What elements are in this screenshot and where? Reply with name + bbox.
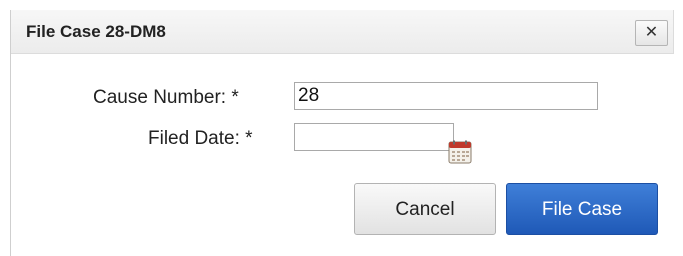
close-icon: ✕ xyxy=(644,24,659,41)
dialog-title: File Case 28-DM8 xyxy=(26,22,166,41)
cause-number-required-marker: * xyxy=(231,87,239,108)
cause-number-input[interactable] xyxy=(294,82,598,110)
dialog-titlebar[interactable]: File Case 28-DM8 ✕ xyxy=(11,10,674,54)
cause-number-label-text: Cause Number: xyxy=(93,87,227,108)
filed-date-label-text: Filed Date: xyxy=(148,128,240,149)
close-button[interactable]: ✕ xyxy=(635,20,668,46)
filed-date-label: Filed Date: * xyxy=(148,128,253,150)
file-case-button[interactable]: File Case xyxy=(506,183,658,235)
cancel-button[interactable]: Cancel xyxy=(354,183,496,235)
filed-date-input[interactable] xyxy=(294,123,454,151)
calendar-icon[interactable] xyxy=(448,140,472,164)
filed-date-required-marker: * xyxy=(245,128,253,149)
cause-number-label: Cause Number: * xyxy=(93,87,239,109)
